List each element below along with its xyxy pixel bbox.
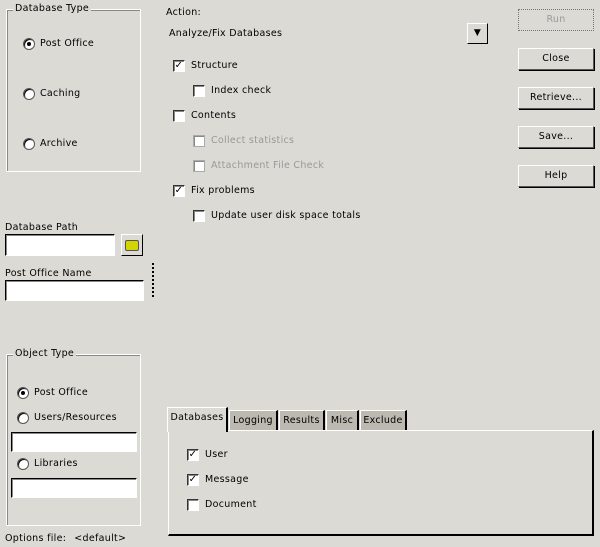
checkbox-icon: ✓ — [173, 185, 185, 197]
checkbox-label: Index check — [211, 85, 272, 96]
checkbox-label: Collect statistics — [211, 135, 295, 146]
libraries-input[interactable] — [11, 478, 137, 498]
database-path-input[interactable] — [5, 234, 115, 256]
checkbox-label: Message — [205, 474, 249, 485]
checkbox-document[interactable]: Document — [187, 499, 257, 511]
checkbox-fix-problems[interactable]: ✓ Fix problems — [173, 185, 255, 197]
checkbox-icon — [193, 85, 205, 97]
radio-db-archive[interactable]: Archive — [23, 138, 78, 150]
radio-icon — [17, 458, 29, 470]
tab-misc[interactable]: Misc — [326, 410, 359, 431]
users-resources-input[interactable] — [11, 432, 137, 452]
checkbox-label: Update user disk space totals — [211, 210, 361, 221]
radio-obj-users-resources[interactable]: Users/Resources — [17, 412, 117, 424]
checkbox-icon — [173, 110, 185, 122]
radio-icon — [23, 88, 35, 100]
checkbox-contents[interactable]: Contents — [173, 110, 236, 122]
options-file: Options file: <default> — [5, 533, 126, 544]
checkbox-structure[interactable]: ✓ Structure — [173, 60, 238, 72]
options-file-label: Options file: — [5, 533, 67, 544]
post-office-name-input[interactable] — [5, 280, 144, 301]
checkbox-label: Structure — [191, 60, 238, 71]
save-button[interactable]: Save... — [518, 126, 594, 148]
radio-icon — [23, 38, 35, 50]
checkbox-label: User — [205, 449, 228, 460]
database-path-label: Database Path — [5, 222, 79, 233]
object-type-title: Object Type — [13, 348, 77, 360]
checkbox-icon — [193, 160, 205, 172]
radio-label: Libraries — [34, 458, 78, 469]
checkbox-attachment-file-check[interactable]: Attachment File Check — [193, 160, 324, 172]
help-button[interactable]: Help — [518, 165, 594, 187]
folder-icon — [125, 240, 139, 251]
radio-obj-libraries[interactable]: Libraries — [17, 458, 78, 470]
checkbox-index-check[interactable]: Index check — [193, 85, 271, 97]
tab-results[interactable]: Results — [279, 410, 325, 431]
checkbox-icon — [193, 210, 205, 222]
radio-label: Archive — [40, 138, 78, 149]
retrieve-button[interactable]: Retrieve... — [518, 87, 594, 109]
checkbox-message[interactable]: ✓ Message — [187, 474, 249, 486]
radio-icon — [17, 387, 29, 399]
close-button[interactable]: Close — [518, 48, 594, 70]
checkbox-label: Attachment File Check — [211, 160, 325, 171]
radio-icon — [23, 138, 35, 150]
checkbox-icon — [187, 499, 199, 511]
post-office-name-label: Post Office Name — [5, 268, 92, 279]
tab-exclude[interactable]: Exclude — [360, 410, 407, 431]
checkbox-icon — [193, 135, 205, 147]
checkbox-label: Document — [205, 499, 257, 510]
browse-folder-button[interactable] — [121, 234, 143, 256]
tab-logging[interactable]: Logging — [229, 410, 278, 431]
radio-db-caching[interactable]: Caching — [23, 88, 81, 100]
run-button[interactable]: Run — [518, 9, 594, 31]
action-dropdown-button[interactable]: ▼ — [467, 23, 488, 44]
checkbox-label: Fix problems — [191, 185, 255, 196]
chevron-down-icon: ▼ — [473, 28, 482, 38]
checkbox-icon: ✓ — [187, 449, 199, 461]
radio-label: Users/Resources — [34, 412, 117, 423]
radio-label: Caching — [40, 88, 81, 99]
checkbox-label: Contents — [191, 110, 237, 121]
splitter-handle[interactable] — [152, 263, 154, 297]
radio-label: Post Office — [34, 387, 89, 398]
checkbox-icon: ✓ — [187, 474, 199, 486]
database-type-title: Database Type — [13, 3, 92, 15]
radio-obj-post-office[interactable]: Post Office — [17, 387, 88, 399]
action-select-value[interactable]: Analyze/Fix Databases — [169, 28, 282, 39]
checkbox-collect-statistics[interactable]: Collect statistics — [193, 135, 294, 147]
radio-label: Post Office — [40, 38, 95, 49]
radio-db-post-office[interactable]: Post Office — [23, 38, 94, 50]
checkbox-user[interactable]: ✓ User — [187, 449, 228, 461]
checkbox-update-disk-space[interactable]: Update user disk space totals — [193, 210, 361, 222]
options-file-value: <default> — [74, 533, 127, 544]
action-label: Action: — [166, 7, 202, 18]
radio-icon — [17, 412, 29, 424]
checkbox-icon: ✓ — [173, 60, 185, 72]
tab-databases[interactable]: Databases — [167, 407, 228, 432]
